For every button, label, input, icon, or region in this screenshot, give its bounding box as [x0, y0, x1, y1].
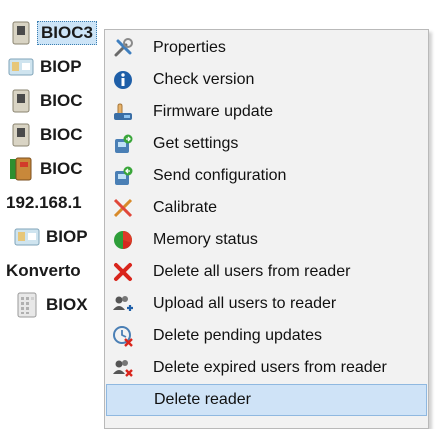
- menu-item-check-version[interactable]: Check version: [105, 64, 428, 96]
- keypad-device-icon: [14, 292, 40, 318]
- menu-item-memory-status[interactable]: Memory status: [105, 224, 428, 256]
- device-small-icon: [8, 88, 34, 114]
- menu-item-properties[interactable]: Properties: [105, 32, 428, 64]
- menu-item-calibrate[interactable]: Calibrate: [105, 192, 428, 224]
- menu-item-delete-pending-updates[interactable]: Delete pending updates: [105, 320, 428, 352]
- menu-item-delete-reader[interactable]: Delete reader: [106, 384, 427, 416]
- menu-item-delete-all-users[interactable]: Delete all users from reader: [105, 256, 428, 288]
- hand-update-icon: [111, 100, 135, 124]
- device-small-icon: [8, 20, 34, 46]
- calibrate-icon: [111, 196, 135, 220]
- menu-item-upload-all-users[interactable]: Upload all users to reader: [105, 288, 428, 320]
- tools-icon: [111, 36, 135, 60]
- menu-item-delete-expired-users[interactable]: Delete expired users from reader: [105, 352, 428, 384]
- red-x-icon: [111, 260, 135, 284]
- send-config-icon: [111, 164, 135, 188]
- book-device-icon: [8, 156, 34, 182]
- info-icon: [111, 68, 135, 92]
- menu-item-send-configuration[interactable]: Send configuration: [105, 160, 428, 192]
- menu-item-get-settings[interactable]: Get settings: [105, 128, 428, 160]
- pro-device-icon: [8, 54, 34, 80]
- context-menu: Properties Check version Firmware update…: [104, 29, 429, 429]
- get-settings-icon: [111, 132, 135, 156]
- menu-item-firmware-update[interactable]: Firmware update: [105, 96, 428, 128]
- users-expired-icon: [111, 356, 135, 380]
- memory-pie-icon: [111, 228, 135, 252]
- users-upload-icon: [111, 292, 135, 316]
- delete-pending-icon: [111, 324, 135, 348]
- pro-device-icon: [14, 224, 40, 250]
- device-small-icon: [8, 122, 34, 148]
